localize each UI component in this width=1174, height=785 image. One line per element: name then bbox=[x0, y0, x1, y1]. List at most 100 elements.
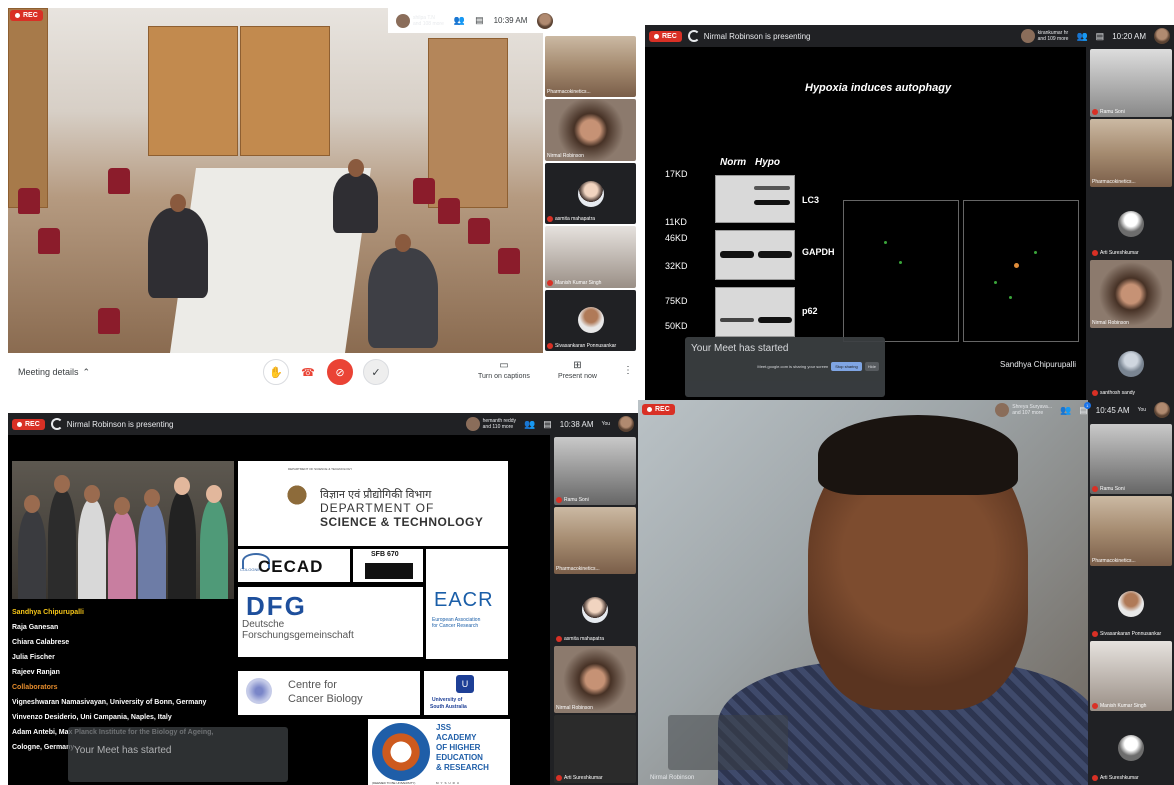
clock: 10:38 AM bbox=[559, 419, 594, 429]
protein-label: p62 bbox=[802, 306, 818, 316]
captions-button[interactable]: ▭ Turn on captions bbox=[478, 360, 530, 380]
top-right-info: Shreya Suryava... and 107 more 👥 ▤ 1 10:45… bbox=[995, 401, 1170, 418]
marker-label: 46KD bbox=[665, 233, 688, 243]
participant-name: Manish Kumar Singh bbox=[555, 279, 602, 286]
column-label: Hypo bbox=[755, 157, 780, 168]
meeting-details-button[interactable]: Meeting details ⌃ bbox=[18, 367, 90, 378]
western-blot-gapdh bbox=[715, 230, 795, 280]
participant-tile[interactable]: Manish Kumar Singh bbox=[545, 226, 636, 288]
participants-more[interactable]: kirankumar hr and 109 more bbox=[1020, 29, 1068, 43]
participant-tile[interactable]: Ramu Soni bbox=[1090, 424, 1172, 495]
camera-off-icon: ⊘ bbox=[335, 366, 345, 379]
participant-tile[interactable]: Arti Sureshkumar bbox=[554, 715, 636, 783]
raise-hand-button[interactable]: ✋ bbox=[263, 359, 289, 385]
participant-name: Ramu Soni bbox=[1100, 109, 1125, 116]
clock: 10:45 AM bbox=[1095, 405, 1130, 415]
avatar bbox=[1118, 350, 1144, 377]
self-avatar[interactable] bbox=[618, 416, 634, 432]
self-avatar[interactable] bbox=[1154, 402, 1170, 418]
self-avatar[interactable] bbox=[537, 12, 554, 29]
participants-more[interactable]: hemanth reddy and 110 more bbox=[465, 417, 516, 431]
dst-logo: DEPARTMENT OF SCIENCE & TECHNOLOGY विज्ञ… bbox=[238, 461, 508, 546]
chat-icon[interactable]: ▤ bbox=[543, 419, 552, 430]
participant-name: Nirmal Robinson bbox=[556, 705, 593, 712]
chair bbox=[38, 228, 60, 254]
team-member: Julia Fischer bbox=[12, 654, 55, 661]
people-icon[interactable]: 👥 bbox=[1060, 405, 1071, 416]
participant-tile[interactable]: asmita mahapatra bbox=[554, 576, 636, 644]
meet-started-toast: Your Meet has started Meet.google.com is… bbox=[685, 337, 885, 397]
participant-name: asmita mahapatra bbox=[564, 635, 605, 642]
people-icon[interactable]: 👥 bbox=[454, 15, 465, 26]
participant-tile[interactable]: santhosh sandy bbox=[1090, 329, 1172, 399]
participant-tile[interactable]: Ramu Soni bbox=[1090, 49, 1172, 118]
self-avatar[interactable] bbox=[1154, 28, 1170, 44]
participants-more[interactable]: Shreya Suryava... and 107 more bbox=[995, 403, 1052, 417]
meet-started-toast: Your Meet has started bbox=[68, 727, 288, 782]
camera-toggle-button[interactable]: ⊘ bbox=[327, 359, 353, 385]
participant-strip: Ramu Soni Pharmacokinetics... asmita mah… bbox=[552, 435, 638, 785]
participant-tile[interactable]: Manish Kumar Singh bbox=[1090, 640, 1172, 711]
avatar bbox=[1118, 210, 1144, 237]
team-member: Raja Ganesan bbox=[12, 624, 59, 631]
participant-tile[interactable]: Arti Sureshkumar bbox=[1090, 712, 1172, 784]
people-icon[interactable]: 👥 bbox=[1076, 31, 1087, 42]
person bbox=[333, 159, 378, 233]
participant-tile[interactable]: Sivasankaran Ponnusankar bbox=[545, 289, 636, 352]
chair bbox=[498, 248, 520, 274]
people-icon[interactable]: 👥 bbox=[524, 419, 535, 430]
hide-button[interactable]: Hide bbox=[864, 362, 879, 371]
more-options-icon[interactable]: ⋮ bbox=[623, 365, 633, 376]
participant-tile[interactable]: Ramu Soni bbox=[554, 437, 636, 505]
collaborators-heading: Collaborators bbox=[12, 684, 58, 691]
clock: 10:20 AM bbox=[1112, 31, 1146, 41]
main-video-conference-room bbox=[8, 8, 543, 353]
wall-panel bbox=[240, 26, 330, 156]
protein-label: GAPDH bbox=[802, 247, 835, 257]
participant-tile[interactable]: asmita mahapatra bbox=[545, 162, 636, 225]
avatar bbox=[396, 13, 410, 28]
participant-tile[interactable]: Arti Sureshkumar bbox=[1090, 189, 1172, 258]
participant-name: Pharmacokinetics... bbox=[1092, 558, 1136, 565]
chat-icon[interactable]: ▤ 1 bbox=[1079, 401, 1091, 416]
chat-icon[interactable]: ▤ bbox=[475, 15, 484, 26]
stop-sharing-button[interactable]: Stop sharing bbox=[831, 362, 862, 371]
top-info-bar: shilpa T.N and 108 more 👥 ▤ 10:39 AM bbox=[388, 8, 638, 33]
marker-label: 11KD bbox=[665, 217, 687, 227]
participants-more[interactable]: shilpa T.N and 108 more bbox=[396, 13, 444, 28]
recording-badge: REC bbox=[642, 404, 675, 415]
presenting-banner: Nirmal Robinson is presenting bbox=[50, 418, 174, 430]
participant-name: Sivasankaran Ponnusankar bbox=[1100, 630, 1162, 637]
call-controls-bar: Meeting details ⌃ ✋ ☎ ⊘ ✓ ▭ Turn on capt… bbox=[8, 353, 638, 391]
speaker-hair bbox=[818, 415, 1018, 495]
participant-tile[interactable]: Pharmacokinetics... bbox=[1090, 496, 1172, 567]
team-photo bbox=[12, 461, 234, 599]
participant-tile[interactable]: Pharmacokinetics... bbox=[554, 506, 636, 575]
participant-tile[interactable]: Pharmacokinetics... bbox=[1090, 119, 1172, 188]
jss-emblem-icon bbox=[372, 723, 430, 781]
participant-tile[interactable]: Sivasankaran Ponnusankar bbox=[1090, 568, 1172, 639]
captions-icon: ▭ bbox=[499, 360, 509, 371]
microscopy-image-normoxia bbox=[843, 200, 959, 342]
person bbox=[148, 194, 208, 298]
participant-name: Nirmal Robinson bbox=[547, 152, 584, 159]
marker-label: 50KD bbox=[665, 321, 688, 331]
participant-name: asmita mahapatra bbox=[555, 216, 596, 223]
wall-panel bbox=[428, 38, 508, 208]
hangup-button[interactable]: ☎ bbox=[295, 359, 321, 385]
marker-label: 17KD bbox=[665, 169, 688, 179]
participant-tile[interactable]: Nirmal Robinson bbox=[545, 99, 636, 161]
chair bbox=[18, 188, 40, 214]
marker-label: 32KD bbox=[665, 261, 688, 271]
present-now-button[interactable]: ⊞ Present now bbox=[558, 360, 597, 380]
participant-tile[interactable]: Nirmal Robinson bbox=[1090, 259, 1172, 328]
participant-tile[interactable]: Pharmacokinetics... bbox=[545, 36, 636, 98]
unisa-shield-icon: U bbox=[456, 675, 474, 693]
participant-tile[interactable]: Nirmal Robinson bbox=[554, 645, 636, 714]
presenter-name: Sandhya Chipurupalli bbox=[1000, 360, 1077, 369]
team-member: Chiara Calabrese bbox=[12, 639, 70, 646]
avatar bbox=[995, 403, 1010, 417]
check-button[interactable]: ✓ bbox=[363, 359, 389, 385]
chat-icon[interactable]: ▤ bbox=[1096, 31, 1105, 42]
chair bbox=[438, 198, 460, 224]
